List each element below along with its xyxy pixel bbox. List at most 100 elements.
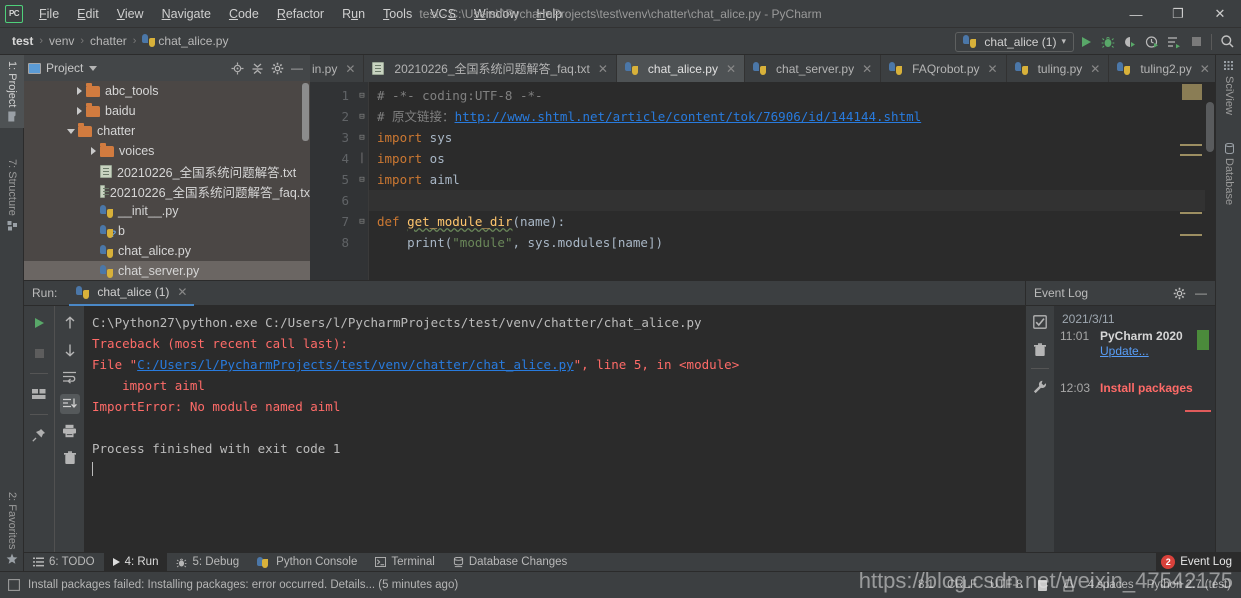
editor-tab-active[interactable]: chat_alice.py ✕ [616,55,746,82]
chevron-down-icon[interactable] [89,65,98,71]
stop-button[interactable] [1186,32,1206,52]
bottom-tab-run[interactable]: 4: Run [103,552,168,572]
editor-tab[interactable]: chat_server.py ✕ [745,55,882,82]
run-button[interactable] [1076,32,1096,52]
menu-edit[interactable]: Edit [68,4,108,24]
bottom-tab-database-changes[interactable]: Database Changes [444,553,576,572]
trash-icon[interactable] [1030,340,1050,360]
pin-tab-icon[interactable] [29,425,49,445]
fold-marker-icon[interactable]: ⊟ [356,106,368,127]
fold-marker-icon[interactable]: ⊟ [356,169,368,190]
scroll-to-end-icon[interactable] [59,394,80,414]
expand-arrow-icon[interactable] [72,107,86,115]
fold-marker-icon[interactable]: ⊟ [356,127,368,148]
close-icon[interactable]: ✕ [726,62,736,76]
editor-tab[interactable]: tuling.py ✕ [1007,55,1110,82]
editor-error-stripe[interactable] [1174,82,1204,280]
editor-scrollbar[interactable] [1205,82,1215,280]
caret-position[interactable]: 8:1 [918,579,934,591]
bottom-tab-python-console[interactable]: Python Console [248,553,366,572]
tree-item[interactable]: ? b [24,221,310,241]
expand-arrow-icon[interactable] [72,87,86,95]
tree-item[interactable]: baidu [24,101,310,121]
project-tree[interactable]: abc_tools baidu chatter voices 20210226_… [24,81,310,280]
tree-item[interactable]: 20210226_全国系统问题解答.txt [24,161,310,181]
close-icon[interactable]: ✕ [345,62,355,76]
fold-marker-icon[interactable]: ⊟ [356,85,368,106]
collapse-arrow-icon[interactable] [64,128,78,134]
breadcrumb-chatter[interactable]: chatter [86,33,131,49]
tree-item[interactable]: abc_tools [24,81,310,101]
tree-item[interactable]: chat_alice.py [24,241,310,261]
breadcrumb-test[interactable]: test [8,33,37,49]
python-interpreter[interactable]: Python 2.7 (test) [1147,579,1231,591]
menu-view[interactable]: View [108,4,153,24]
run-with-coverage-button[interactable] [1120,32,1140,52]
run-session-tab[interactable]: chat_alice (1) ✕ [69,281,195,306]
mark-all-read-icon[interactable] [1030,312,1050,332]
close-icon[interactable]: ✕ [177,285,187,299]
menu-navigate[interactable]: Navigate [153,4,220,24]
code-folding-gutter[interactable]: ⊟ ⊟ ⊟ │ ⊟ ⊟ [356,82,368,280]
sidebar-item-structure[interactable]: 7: Structure [0,153,24,237]
trash-icon[interactable] [60,448,80,468]
project-tree-scrollbar[interactable] [302,83,309,141]
url-link[interactable]: http://www.shtml.net/article/content/tok… [455,109,922,124]
search-everywhere-icon[interactable] [1217,32,1237,52]
maximize-button[interactable]: ❐ [1157,0,1199,28]
print-icon[interactable] [60,421,80,441]
file-encoding[interactable]: UTF-8 [990,579,1023,591]
close-icon[interactable]: ✕ [598,62,608,76]
stop-icon[interactable] [29,343,49,363]
breadcrumb-venv[interactable]: venv [45,33,78,49]
line-separator[interactable]: CRLF [947,579,977,591]
menu-file[interactable]: File [30,4,68,24]
run-configuration-selector[interactable]: chat_alice (1) ▾ [955,31,1074,52]
menu-code[interactable]: Code [220,4,268,24]
update-link[interactable]: Update... [1060,344,1149,358]
debug-button[interactable] [1098,32,1118,52]
inspection-icon[interactable] [1062,578,1075,592]
traceback-file-link[interactable]: C:/Users/l/PycharmProjects/test/venv/cha… [137,357,574,372]
expand-arrow-icon[interactable] [86,147,100,155]
indent-setting[interactable]: 4 spaces [1088,579,1134,591]
tree-item[interactable]: voices [24,141,310,161]
close-icon[interactable]: ✕ [1200,62,1210,76]
collapse-all-icon[interactable] [248,59,266,77]
event-log-entry[interactable]: 11:01 PyCharm 2020 [1060,328,1215,344]
run-flow-button[interactable] [1164,32,1184,52]
tree-item[interactable]: chat_server.py [24,261,310,280]
close-icon[interactable]: ✕ [1090,62,1100,76]
hide-panel-icon[interactable]: — [288,59,306,77]
event-log-entry[interactable]: 12:03 Install packages [1060,380,1215,396]
status-message[interactable]: Install packages failed: Installing pack… [28,579,458,591]
menu-refactor[interactable]: Refactor [268,4,333,24]
editor-tab[interactable]: in.py ✕ [310,55,365,82]
close-button[interactable]: ✕ [1199,0,1241,28]
menu-tools[interactable]: Tools [374,4,421,24]
soft-wrap-icon[interactable] [60,367,80,387]
sidebar-item-sciview[interactable]: SciView [1217,55,1241,121]
code-editor[interactable]: 1 2 3 4 5 6 7 8 ⊟ ⊟ ⊟ │ ⊟ ⊟ # -*- coding… [310,82,1215,280]
bottom-tab-todo[interactable]: 6: TODO [24,553,104,572]
profile-button[interactable] [1142,32,1162,52]
settings-wrench-icon[interactable] [1030,377,1050,397]
sidebar-item-database[interactable]: Database [1217,137,1241,211]
close-icon[interactable]: ✕ [862,62,872,76]
bottom-tab-terminal[interactable]: Terminal [366,553,443,572]
editor-tab[interactable]: tuling2.py ✕ [1109,55,1215,82]
event-log-status-button[interactable]: 2 Event Log [1156,553,1241,571]
fold-marker-icon[interactable]: ⊟ [356,211,368,232]
tree-item[interactable]: chatter [24,121,310,141]
minimize-button[interactable]: — [1115,0,1157,28]
layout-settings-icon[interactable] [29,384,49,404]
sidebar-item-favorites[interactable]: 2: Favorites [0,486,24,571]
editor-tab[interactable]: FAQrobot.py ✕ [881,55,1007,82]
tree-item[interactable]: 20210226_全国系统问题解答_faq.tx [24,181,310,201]
bottom-tab-debug[interactable]: 5: Debug [167,553,248,572]
tree-item[interactable]: __init__.py [24,201,310,221]
up-arrow-icon[interactable] [60,313,80,333]
down-arrow-icon[interactable] [60,340,80,360]
rerun-icon[interactable] [29,313,49,333]
sidebar-item-project[interactable]: 1: Project [0,55,24,129]
